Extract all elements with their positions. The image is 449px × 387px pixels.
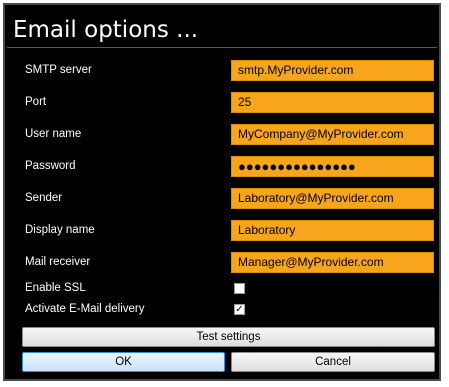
- port-label: Port: [25, 96, 47, 108]
- password-field[interactable]: ●●●●●●●●●●●●●●●: [231, 156, 434, 177]
- activate-email-delivery-checkbox[interactable]: ✓: [234, 304, 245, 315]
- ok-button[interactable]: OK: [22, 352, 225, 372]
- dialog-title: Email options ...: [13, 17, 199, 43]
- display-name-label: Display name: [25, 224, 95, 236]
- port-field[interactable]: 25: [231, 92, 434, 113]
- activate-email-delivery-label: Activate E-Mail delivery: [25, 303, 145, 315]
- enable-ssl-label: Enable SSL: [25, 282, 86, 294]
- mail-receiver-field[interactable]: Manager@MyProvider.com: [231, 252, 434, 273]
- smtp-server-field[interactable]: smtp.MyProvider.com: [231, 60, 434, 81]
- display-name-field[interactable]: Laboratory: [231, 220, 434, 241]
- user-name-label: User name: [25, 128, 82, 140]
- email-options-dialog: Email options ... SMTP server smtp.MyPro…: [3, 3, 441, 381]
- mail-receiver-label: Mail receiver: [25, 256, 91, 268]
- test-settings-button[interactable]: Test settings: [22, 327, 435, 347]
- cancel-button[interactable]: Cancel: [231, 352, 435, 372]
- sender-label: Sender: [25, 192, 63, 204]
- title-divider: [7, 47, 437, 48]
- sender-field[interactable]: Laboratory@MyProvider.com: [231, 188, 434, 209]
- password-label: Password: [25, 160, 76, 172]
- user-name-field[interactable]: MyCompany@MyProvider.com: [231, 124, 434, 145]
- smtp-server-label: SMTP server: [25, 64, 92, 76]
- enable-ssl-checkbox[interactable]: [234, 283, 245, 294]
